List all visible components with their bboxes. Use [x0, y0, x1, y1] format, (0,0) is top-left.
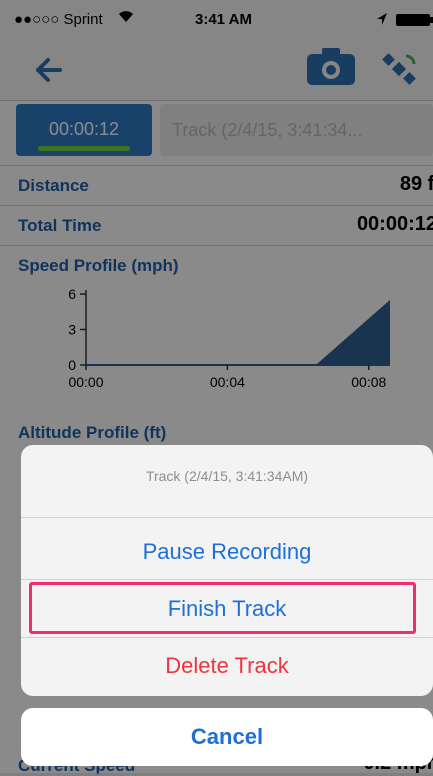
- divider: [21, 517, 433, 518]
- finish-track-highlight: [29, 582, 416, 634]
- action-sheet-title: Track (2/4/15, 3:41:34AM): [145, 468, 309, 484]
- action-sheet: Track (2/4/15, 3:41:34AM) Pause Recordin…: [21, 445, 433, 696]
- cancel-button[interactable]: Cancel: [21, 708, 433, 766]
- pause-recording-button[interactable]: Pause Recording: [21, 523, 433, 581]
- delete-track-button[interactable]: Delete Track: [21, 637, 433, 695]
